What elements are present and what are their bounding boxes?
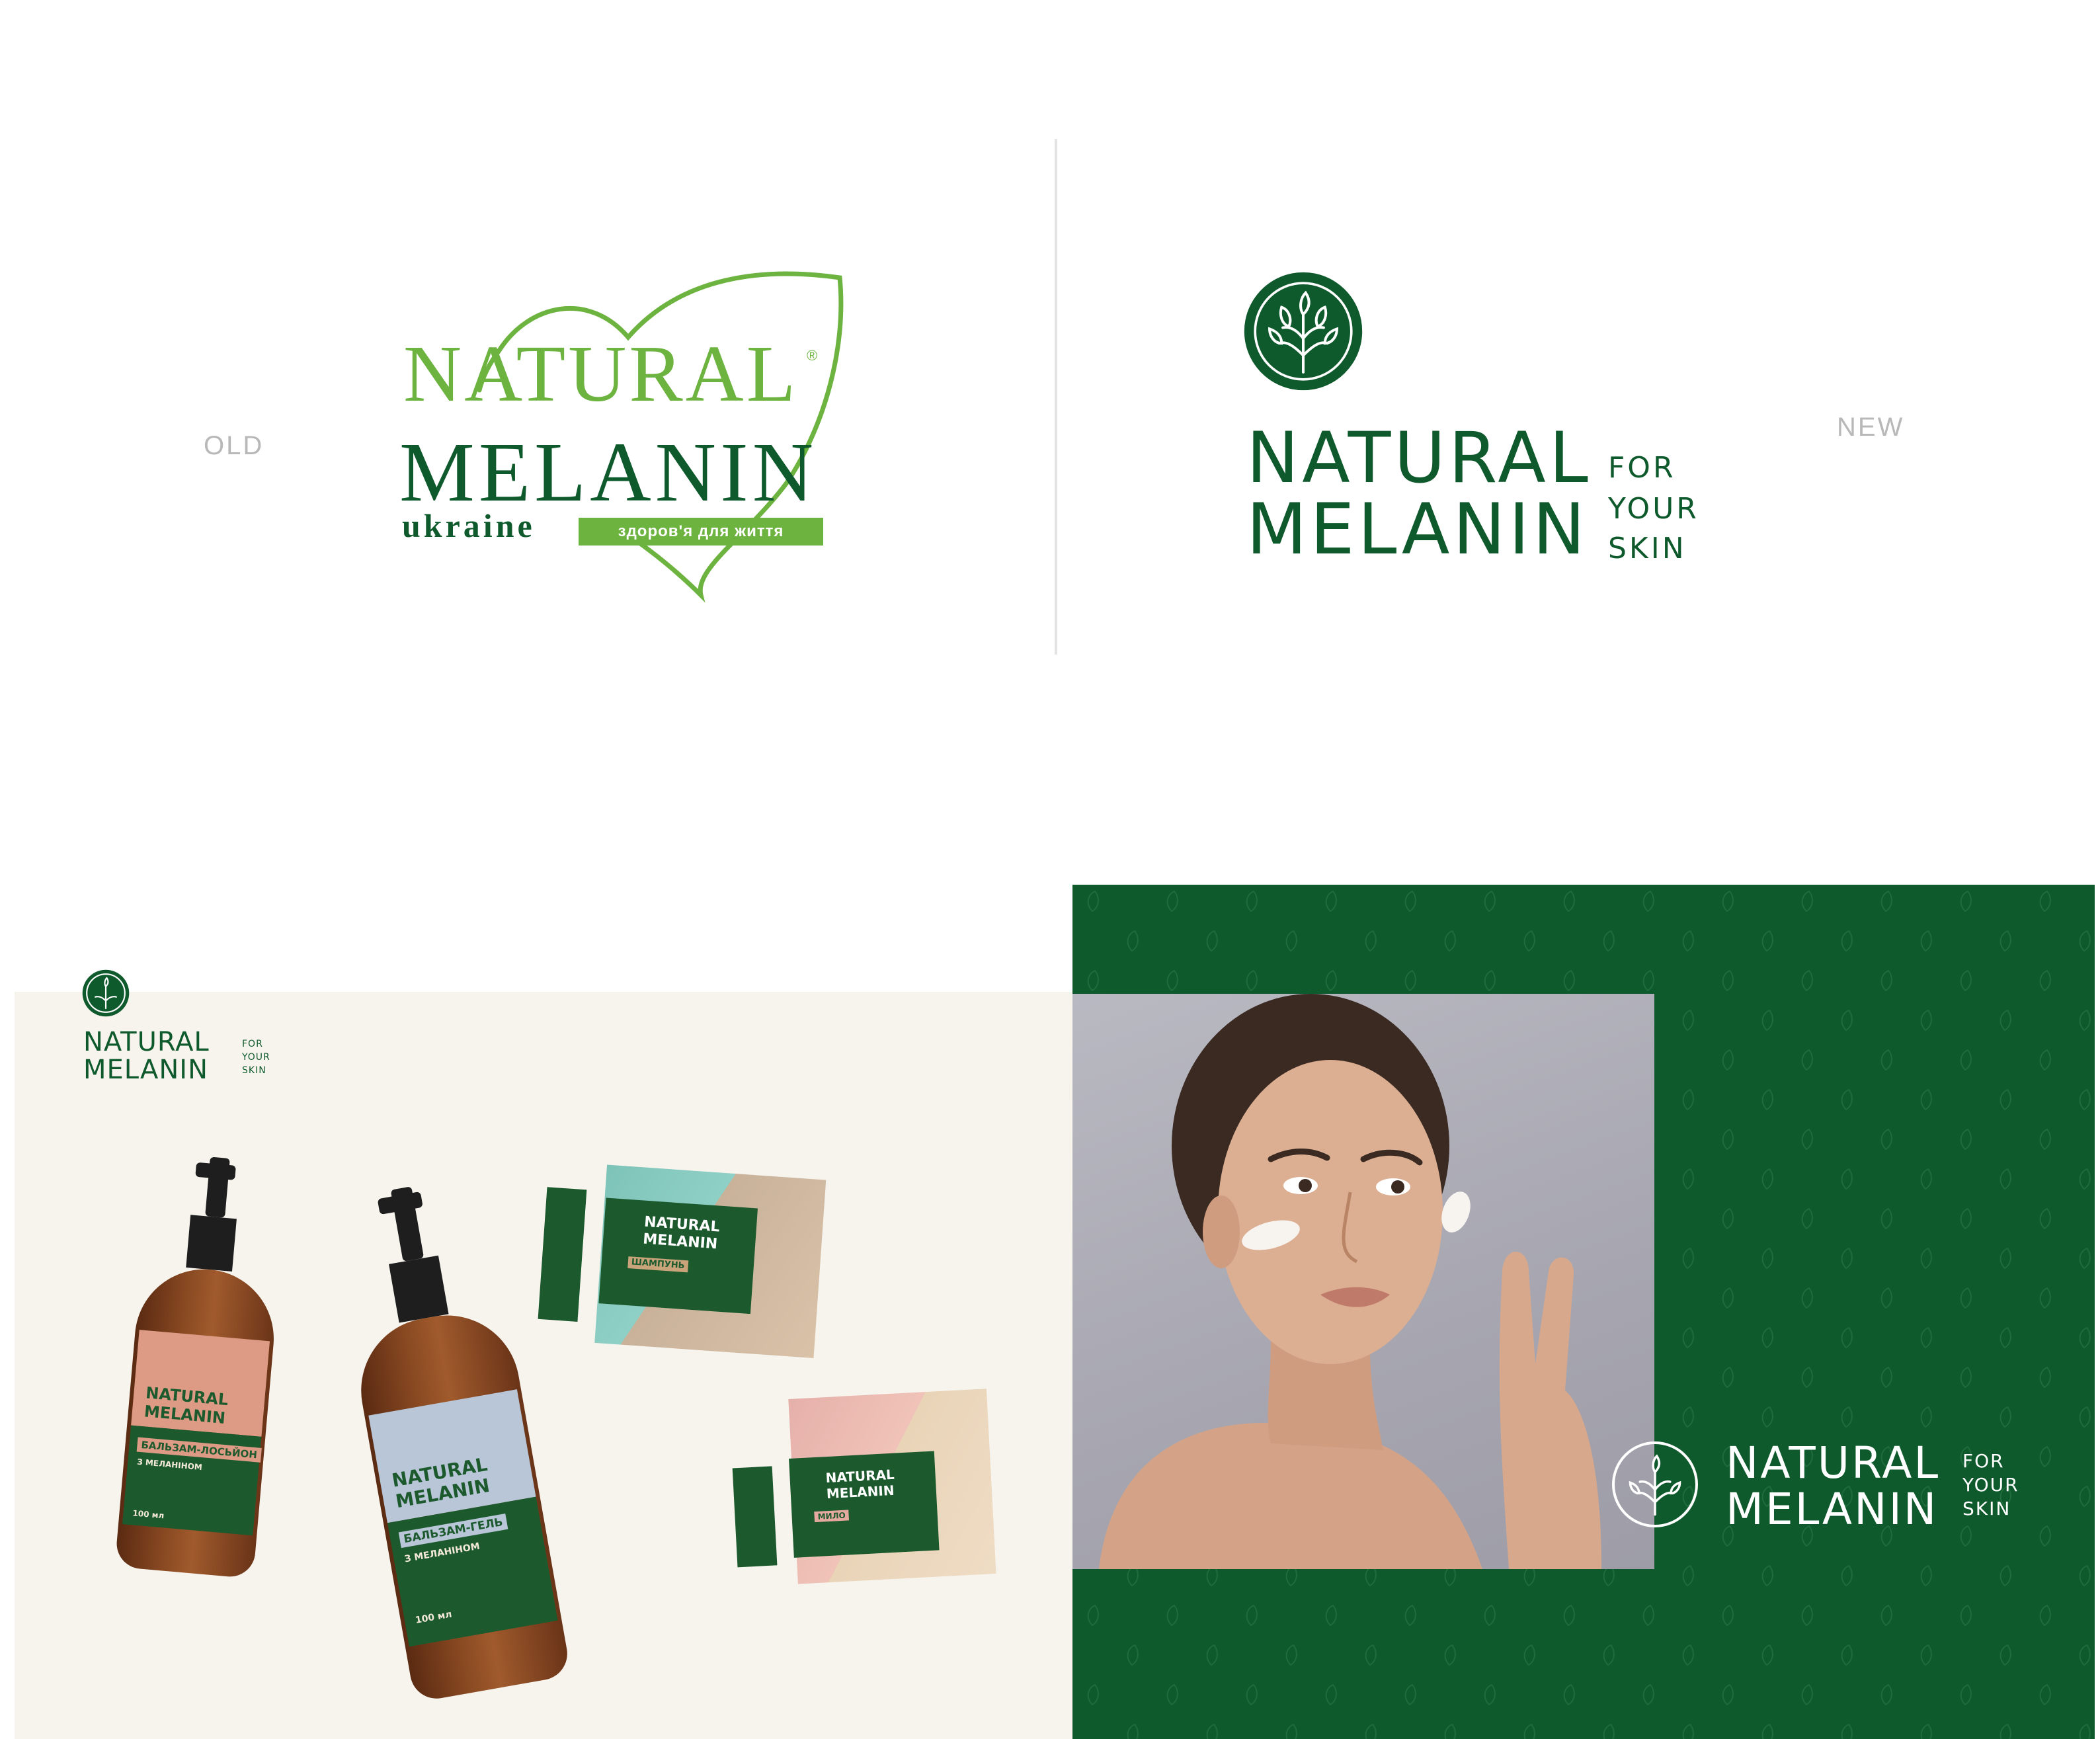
new-logo-skin: SKIN xyxy=(1608,532,1687,565)
packaging-logo-natural: NATURAL xyxy=(83,1027,210,1057)
old-logo-melanin: MELANIN xyxy=(399,425,818,519)
soap-box: NATURAL MELANIN МИЛО xyxy=(729,1389,1003,1601)
model-photo xyxy=(1072,994,1654,1569)
registered-mark: ® xyxy=(807,347,818,364)
old-logo-ukraine: ukraine xyxy=(402,507,536,544)
campaign-logo-natural: NATURAL xyxy=(1726,1437,1941,1488)
new-logo-melanin: MELANIN xyxy=(1246,489,1589,570)
old-logo-tagline: здоров'я для життя xyxy=(579,518,823,546)
new-label: NEW xyxy=(1837,413,1905,442)
new-logo-your: YOUR xyxy=(1608,492,1699,526)
campaign-logo-melanin: MELANIN xyxy=(1726,1484,1939,1535)
campaign-emblem-icon xyxy=(1612,1441,1698,1527)
packaging-logo-melanin: MELANIN xyxy=(83,1055,208,1085)
new-logo-for: FOR xyxy=(1608,451,1676,485)
packaging-logo-for: FOR xyxy=(242,1039,263,1049)
old-logo-natural: NATURAL xyxy=(403,329,799,419)
shampoo-box: NATURAL MELANIN ШАМПУНЬ xyxy=(536,1154,833,1371)
packaging-logo-skin: SKIN xyxy=(242,1065,266,1076)
campaign-logo-your: YOUR xyxy=(1962,1474,2019,1496)
bottle-balm-lotion: NATURAL MELANIN БАЛЬЗАМ-ЛОСЬЙОН З МЕЛАНІ… xyxy=(101,1151,309,1587)
leaf-branch-emblem-icon xyxy=(1244,272,1363,391)
mini-leaf-emblem-icon xyxy=(82,969,130,1017)
campaign-logo-skin: SKIN xyxy=(1962,1498,2011,1519)
packaging-logo-your: YOUR xyxy=(242,1052,270,1063)
woman-applying-cream-image xyxy=(1099,994,1601,1569)
comparison-divider xyxy=(1055,139,1057,655)
new-logo-natural: NATURAL xyxy=(1246,417,1592,499)
box-2-product: МИЛО xyxy=(814,1510,850,1523)
old-label: OLD xyxy=(204,431,264,460)
campaign-logo-for: FOR xyxy=(1962,1450,2005,1472)
